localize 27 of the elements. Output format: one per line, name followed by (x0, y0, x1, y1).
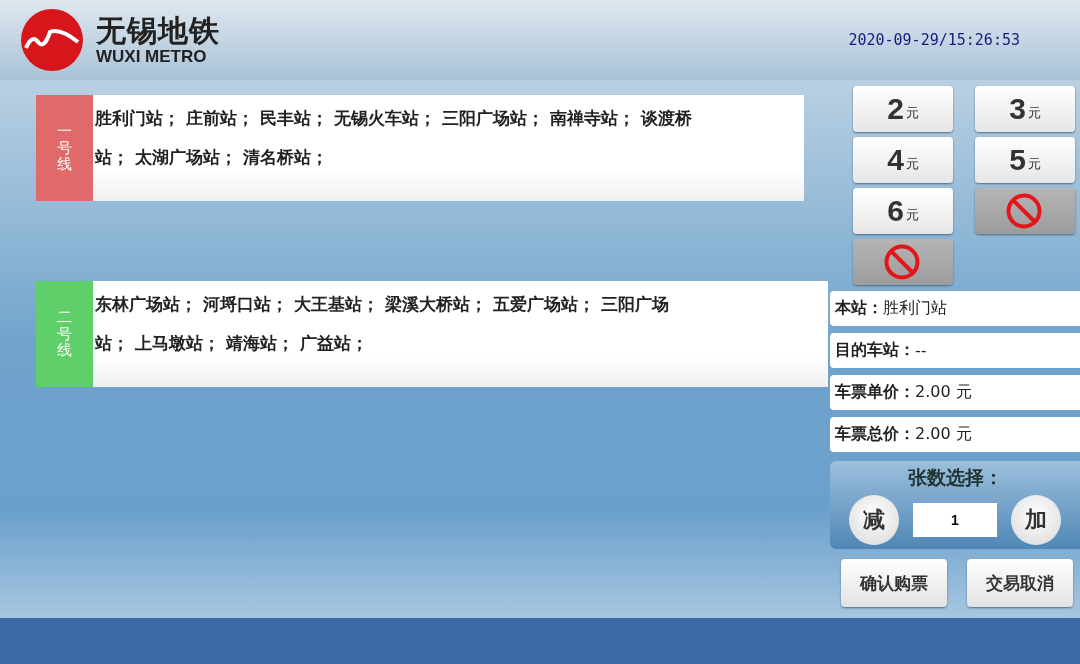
fare-button[interactable]: 2 元 (853, 86, 953, 132)
fare-button[interactable]: 6 元 (853, 188, 953, 234)
station-list: 胜利门站； 庄前站； 民丰站； 无锡火车站； 三阳广场站； 南禅寺站； 谈渡桥 (95, 99, 692, 138)
info-field: 车票总价：2.00 元 (830, 417, 1080, 452)
fare-button[interactable]: 4元 (853, 137, 953, 183)
prohibited-icon (884, 244, 920, 280)
info-field: 车票单价：2.00 元 (830, 375, 1080, 410)
info-field: 本站：胜利门站 (830, 291, 1080, 326)
fare-button[interactable]: 3 元 (975, 86, 1075, 132)
action-button[interactable]: 交易取消 (967, 559, 1073, 607)
logo-icon (20, 8, 84, 72)
prohibited-icon (1006, 193, 1042, 229)
action-button[interactable]: 确认购票 (841, 559, 947, 607)
logo-title: 无锡地铁 (96, 14, 220, 48)
decrease-button[interactable]: 减 (849, 495, 899, 545)
datetime: 2020-09-29/15:26:53 (848, 31, 1020, 49)
station-list: 站； 太湖广场站； 清名桥站； (95, 138, 328, 177)
increase-button[interactable]: 加 (1011, 495, 1061, 545)
quantity-title: 张数选择： (907, 465, 1003, 490)
fare-button[interactable]: 5 元 (975, 137, 1075, 183)
info-field: 目的车站：-- (830, 333, 1080, 368)
logo-subtitle: WUXI METRO (96, 48, 208, 66)
quantity-field[interactable]: 1 (913, 503, 997, 537)
station-list: 站； 上马墩站； 靖海站； 广益站； (95, 324, 368, 363)
line-label: 一号线 (36, 95, 93, 201)
line-label: 二号线 (36, 281, 93, 387)
station-list: 东林广场站； 河埒口站； 大王基站； 梁溪大桥站； 五爱广场站； 三阳广场 (95, 285, 669, 324)
